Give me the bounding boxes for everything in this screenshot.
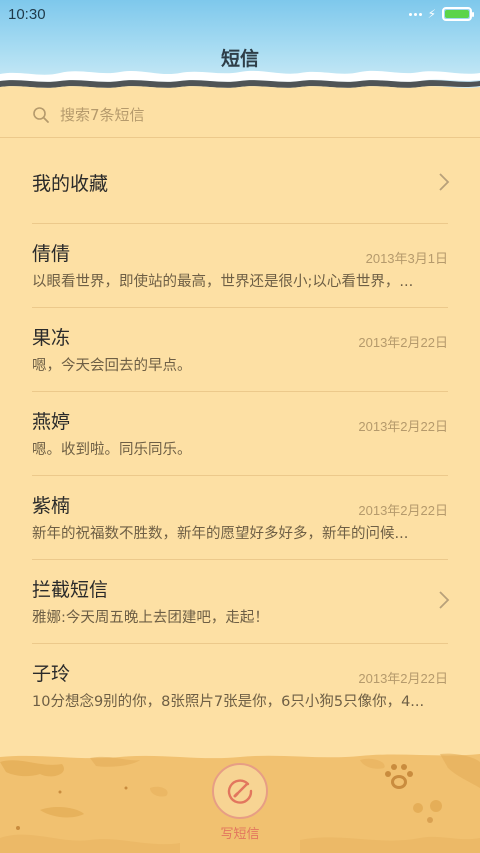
- header: 10:30 ⚡ 短信: [0, 0, 480, 88]
- chevron-right-icon: [439, 173, 450, 191]
- compose-label: 写短信: [220, 827, 260, 842]
- conversation-row[interactable]: 果冻 2013年2月22日 嗯，今天会回去的早点。: [0, 308, 480, 392]
- status-icons: ⚡: [408, 7, 474, 21]
- chevron-right-icon: [439, 591, 450, 609]
- conversation-row[interactable]: 燕婷 2013年2月22日 嗯。收到啦。同乐同乐。: [0, 392, 480, 476]
- conversation-row[interactable]: 紫楠 2013年2月22日 新年的祝福数不胜数，新年的愿望好多好多，新年的问候.…: [0, 476, 480, 560]
- search-bar[interactable]: 搜索7条短信: [0, 92, 480, 138]
- status-time: 10:30: [8, 5, 46, 23]
- favorites-label: 我的收藏: [32, 172, 109, 195]
- wave-foam: [0, 70, 480, 88]
- message-preview: 嗯。收到啦。同乐同乐。: [32, 442, 192, 458]
- message-date: 2013年2月22日: [358, 335, 448, 350]
- message-date: 2013年2月22日: [358, 419, 448, 434]
- favorites-row[interactable]: 我的收藏: [0, 140, 480, 224]
- conversation-list: 我的收藏 倩倩 2013年3月1日 以眼看世界，即使站的最高，世界还是很小;以心…: [0, 140, 480, 728]
- compose-icon: [227, 779, 253, 804]
- message-date: 2013年2月22日: [358, 503, 448, 518]
- battery-icon: [442, 7, 474, 21]
- blocked-messages-row[interactable]: 拦截短信 雅娜:今天周五晚上去团建吧，走起！: [0, 560, 480, 644]
- message-date: 2013年2月22日: [358, 671, 448, 686]
- charging-icon: ⚡: [427, 7, 436, 21]
- search-icon: [33, 106, 49, 123]
- signal-icon: [408, 12, 422, 16]
- message-date: 2013年3月1日: [365, 251, 448, 266]
- blocked-messages-label: 拦截短信: [32, 579, 109, 601]
- compose-button[interactable]: [212, 763, 268, 819]
- message-preview: 以眼看世界，即使站的最高，世界还是很小;以心看世界，...: [32, 274, 414, 290]
- status-bar: 10:30 ⚡: [0, 0, 480, 28]
- message-preview: 雅娜:今天周五晚上去团建吧，走起！: [32, 610, 269, 626]
- conversation-row[interactable]: 子玲 2013年2月22日 10分想念9别的你，8张照片7张是你，6只小狗5只像…: [0, 644, 480, 728]
- search-placeholder: 搜索7条短信: [60, 106, 145, 124]
- conversation-row[interactable]: 倩倩 2013年3月1日 以眼看世界，即使站的最高，世界还是很小;以心看世界，.…: [0, 224, 480, 308]
- message-preview: 嗯，今天会回去的早点。: [32, 358, 192, 374]
- message-preview: 新年的祝福数不胜数，新年的愿望好多好多，新年的问候...: [32, 526, 409, 542]
- paw-print-icon: [385, 764, 413, 789]
- message-preview: 10分想念9别的你，8张照片7张是你，6只小狗5只像你，4...: [32, 694, 425, 710]
